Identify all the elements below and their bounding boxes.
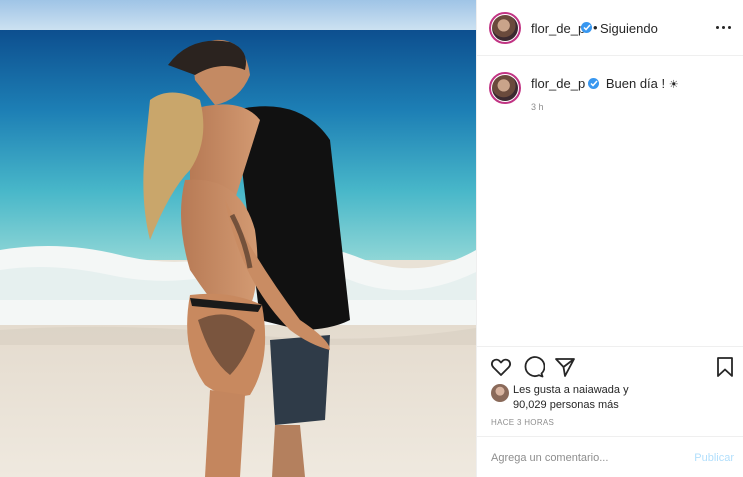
- follow-status-button[interactable]: Siguiendo: [600, 21, 658, 36]
- verified-badge-icon: [581, 22, 592, 33]
- share-icon[interactable]: [553, 355, 577, 379]
- verified-badge-icon: [588, 78, 600, 89]
- comment-input[interactable]: [491, 449, 681, 467]
- separator-dot: •: [593, 20, 598, 35]
- comment-icon[interactable]: [521, 355, 546, 379]
- caption-text: flor_de_p Buen día ! ☀: [531, 76, 679, 91]
- caption-body: Buen día !: [605, 76, 666, 91]
- sun-emoji: ☀: [668, 79, 679, 91]
- caption-comment: flor_de_p Buen día ! ☀ 3 h: [477, 56, 743, 346]
- bookmark-icon[interactable]: [713, 355, 737, 379]
- avatar[interactable]: [489, 12, 521, 44]
- beach-couple-image: [0, 0, 476, 477]
- heart-icon[interactable]: [489, 355, 513, 379]
- post-photo[interactable]: [0, 0, 476, 477]
- header-username[interactable]: flor_de_p: [531, 21, 585, 36]
- post-header: flor_de_p • Siguiendo: [477, 0, 743, 56]
- caption-username[interactable]: flor_de_p: [531, 76, 585, 91]
- avatar[interactable]: [489, 72, 521, 104]
- post-timestamp[interactable]: HACE 3 HORAS: [491, 418, 554, 427]
- likes-line-1[interactable]: Les gusta a naiawada y: [513, 384, 629, 396]
- publish-button[interactable]: Publicar: [694, 452, 734, 464]
- comment-timestamp[interactable]: 3 h: [531, 102, 544, 112]
- action-bar: [477, 346, 743, 386]
- post-side-panel: flor_de_p • Siguiendo flor_de_p Buen día…: [476, 0, 743, 477]
- likes-line-2[interactable]: 90,029 personas más: [513, 399, 619, 411]
- add-comment-bar: Publicar: [477, 436, 743, 477]
- liker-avatar[interactable]: [491, 384, 509, 402]
- more-options-icon[interactable]: [714, 20, 734, 34]
